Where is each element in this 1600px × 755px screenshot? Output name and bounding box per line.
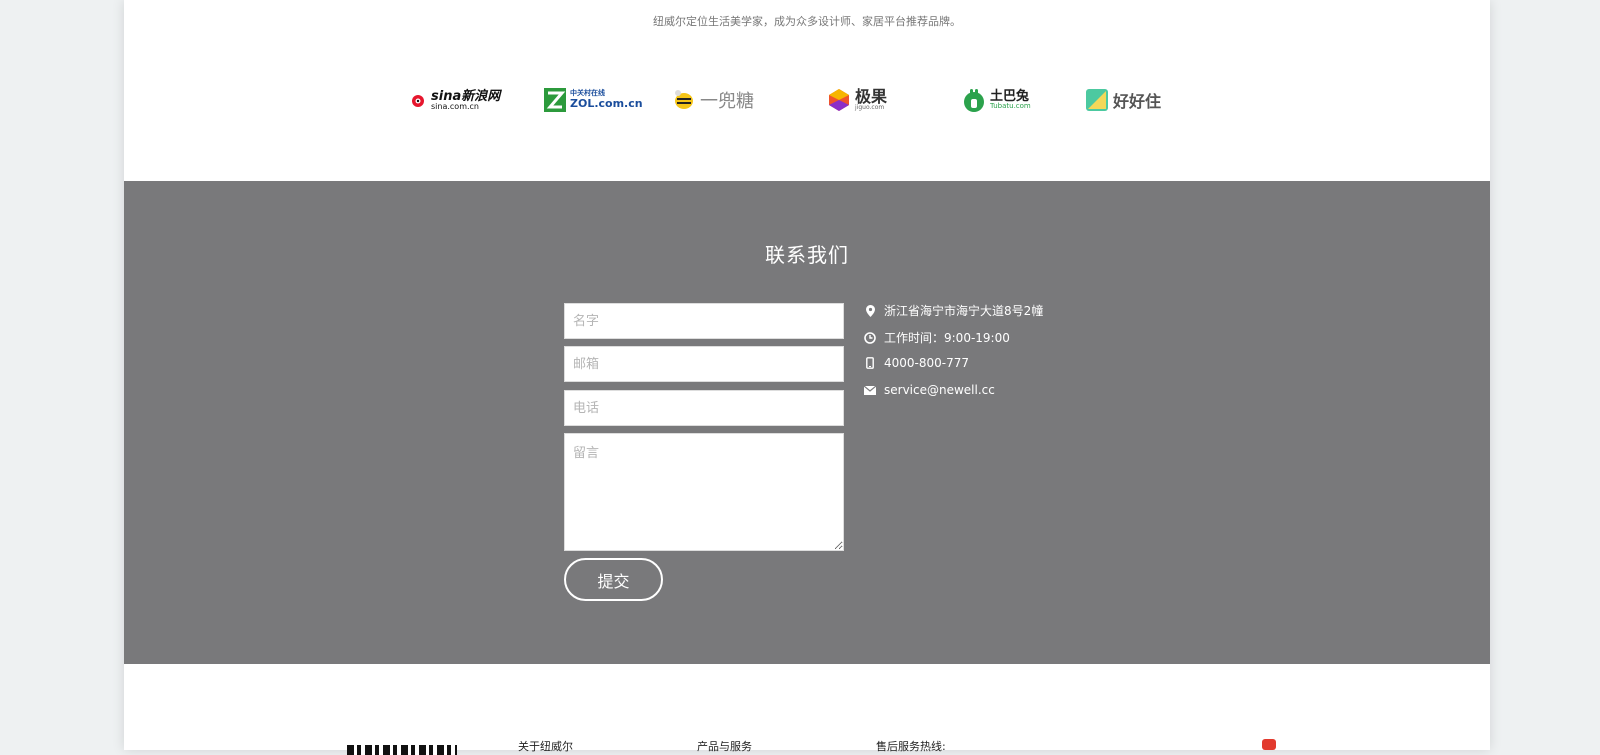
mobile-phone-icon [864,357,876,369]
envelope-icon [864,384,876,396]
rabbit-icon [964,89,984,112]
phone-text: 4000-800-777 [884,356,970,370]
footer-about-heading[interactable]: 关于纽威尔 [518,738,573,754]
map-pin-icon [864,304,876,317]
partner-logos: sina新浪网 sina.com.cn 中关村在线 ZOL.com.cn 一兜糖 [124,80,1490,120]
jiguo-hex-icon [829,89,849,111]
phone-input[interactable] [564,390,844,426]
partner-logo-haohaozhu[interactable]: 好好住 [1085,80,1161,120]
partner-name-haohaozhu: 好好住 [1113,92,1162,111]
email-text: service@newell.cc [884,383,995,397]
partner-logo-sina[interactable]: sina新浪网 sina.com.cn [409,80,500,120]
page-container: 纽威尔定位生活美学家，成为众多设计师、家居平台推荐品牌。 sina新浪网 sin… [124,0,1490,755]
contact-section: 联系我们 提交 浙江省海宁市海宁大道8号2幢 工作时间：9:00-19:00 4… [124,181,1490,664]
footer-hotline-heading: 售后服务热线: [876,740,946,753]
partner-sub-sina: sina.com.cn [431,101,480,111]
partner-logo-zol[interactable]: 中关村在线 ZOL.com.cn [544,80,643,120]
zol-z-icon [544,88,566,112]
brand-tagline: 纽威尔定位生活美学家，成为众多设计师、家居平台推荐品牌。 [653,15,961,28]
partner-name-yidoutang: 一兜糖 [700,91,754,112]
partner-logo-jiguo[interactable]: 极果 jiguo.com [827,80,887,120]
submit-button[interactable]: 提交 [564,558,663,601]
clock-icon [864,331,876,344]
bee-icon [675,90,693,109]
sina-eye-icon [412,95,424,107]
footer-products-heading[interactable]: 产品与服务 [697,738,752,754]
hours-text: 工作时间：9:00-19:00 [884,331,1010,345]
partner-name-sina: sina新浪网 [431,88,501,104]
address-text: 浙江省海宁市海宁大道8号2幢 [884,304,1044,318]
qr-code [347,745,457,755]
contact-title: 联系我们 [765,243,849,267]
address-row: 浙江省海宁市海宁大道8号2幢 [864,302,1043,319]
partner-sub-zol: ZOL.com.cn [570,96,643,110]
phone-row: 4000-800-777 [864,356,969,370]
hours-row: 工作时间：9:00-19:00 [864,329,1010,346]
message-textarea[interactable] [564,433,844,551]
partner-sub-jiguo: jiguo.com [855,104,885,111]
partner-logo-tubatu[interactable]: 土巴兔 Tubatu.com [962,80,1031,120]
email-row: service@newell.cc [864,383,995,397]
partner-name-jiguo: 极果 [855,87,888,106]
weibo-icon[interactable] [1262,739,1276,750]
partner-logo-yidoutang[interactable]: 一兜糖 [672,80,754,120]
name-input[interactable] [564,303,844,339]
email-input[interactable] [564,346,844,382]
haohaozhu-leaf-icon [1086,89,1108,111]
partner-sub-tubatu: Tubatu.com [990,102,1031,110]
